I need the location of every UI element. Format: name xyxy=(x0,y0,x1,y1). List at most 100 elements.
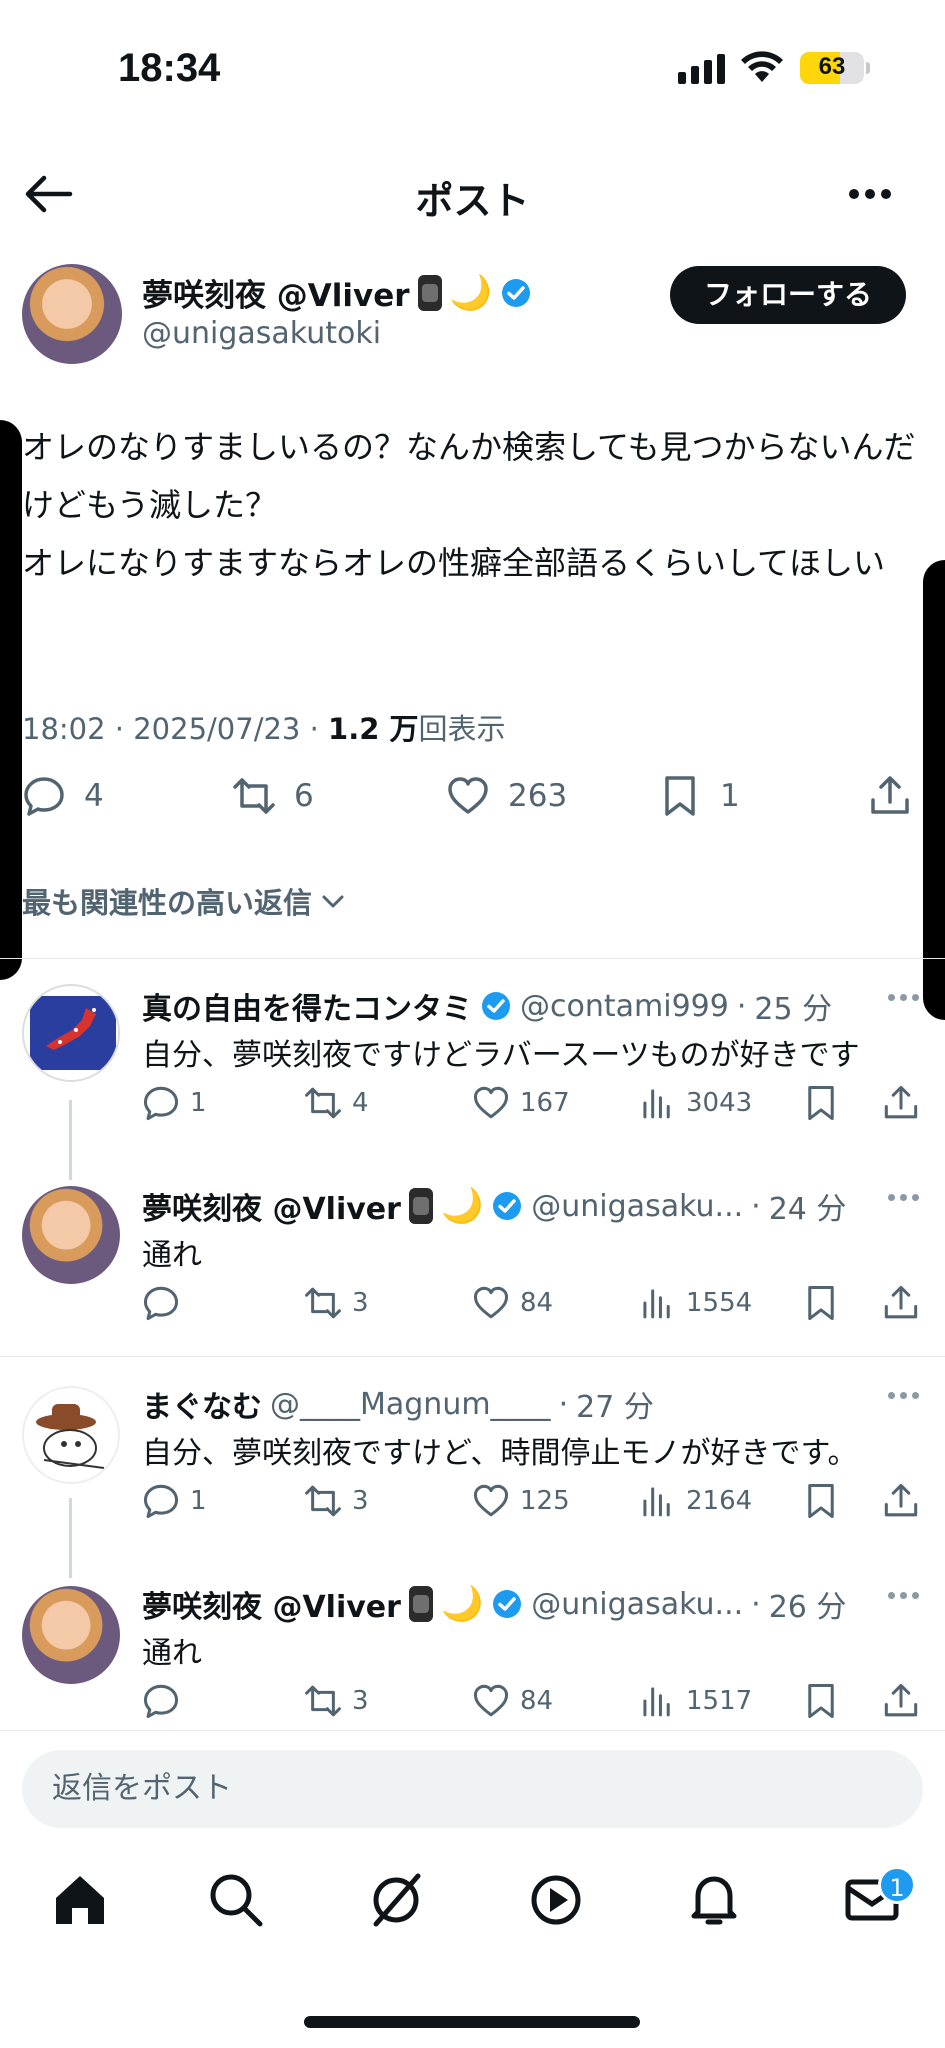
more-icon[interactable] xyxy=(849,174,899,214)
reply-icon xyxy=(143,1684,179,1719)
author-name-row[interactable]: 夢咲刻夜 @Vliver 🌙 xyxy=(142,270,532,315)
reply-actions: 3 84 1517 xyxy=(142,1682,945,1726)
like-button[interactable]: 125 xyxy=(472,1482,570,1520)
views-count: 1.2 万 xyxy=(328,712,419,746)
views-button[interactable]: 2164 xyxy=(638,1482,752,1520)
author-avatar[interactable] xyxy=(22,264,122,364)
bookmark-button[interactable]: 1 xyxy=(658,774,740,818)
reply-handle[interactable]: @contami999 xyxy=(520,989,729,1024)
battery-tip xyxy=(866,62,870,74)
bottom-tab-bar xyxy=(0,1870,945,1950)
play-icon[interactable] xyxy=(526,1870,586,1930)
bookmark-button[interactable] xyxy=(802,1482,840,1520)
reply-header: 夢咲刻夜 @Vliver 🌙 @unigasaku... · 24 分 xyxy=(142,1184,846,1228)
reply-handle[interactable]: @____Magnum____ xyxy=(270,1387,551,1422)
reply-handle[interactable]: @unigasaku... xyxy=(531,1189,743,1224)
reply-composer-input[interactable]: 返信をポスト xyxy=(22,1750,923,1828)
wifi-icon xyxy=(741,51,783,82)
share-button[interactable] xyxy=(882,1482,920,1520)
views-count: 1554 xyxy=(686,1288,753,1318)
reply-handle[interactable]: @unigasaku... xyxy=(531,1587,743,1622)
home-indicator[interactable] xyxy=(304,2016,640,2028)
views-count: 1517 xyxy=(686,1686,753,1716)
reply-author-name[interactable]: 真の自由を得たコンタミ xyxy=(142,984,472,1028)
watch-emoji-icon xyxy=(417,274,442,311)
like-button[interactable]: 263 xyxy=(446,774,567,818)
grok-icon[interactable] xyxy=(366,1870,426,1930)
reply-header: まぐなむ @____Magnum____ · 27 分 xyxy=(142,1382,654,1426)
bookmark-button[interactable] xyxy=(802,1682,840,1720)
like-count: 125 xyxy=(520,1486,570,1516)
reply-time: 27 分 xyxy=(576,1390,654,1425)
views-button[interactable]: 3043 xyxy=(638,1084,752,1122)
views-button[interactable]: 1517 xyxy=(638,1682,752,1720)
repost-button[interactable]: 6 xyxy=(232,774,314,818)
like-count: 263 xyxy=(508,778,568,814)
reply-avatar[interactable] xyxy=(22,1186,120,1284)
reply-avatar[interactable] xyxy=(22,1586,120,1684)
more-icon[interactable] xyxy=(888,1392,919,1399)
like-button[interactable]: 84 xyxy=(472,1284,553,1322)
reply-button[interactable]: 1 xyxy=(142,1482,207,1520)
search-icon[interactable] xyxy=(206,1870,266,1930)
reply-time: 24 分 xyxy=(768,1192,847,1227)
like-icon xyxy=(473,1286,509,1319)
bookmark-icon xyxy=(808,1085,834,1121)
views-icon xyxy=(643,1487,670,1517)
bell-icon[interactable] xyxy=(684,1870,744,1930)
views-icon xyxy=(643,1089,670,1119)
share-button[interactable] xyxy=(882,1284,920,1322)
like-button[interactable]: 84 xyxy=(472,1682,553,1720)
bookmark-button[interactable] xyxy=(802,1284,840,1322)
repost-count: 6 xyxy=(294,778,314,814)
like-button[interactable]: 167 xyxy=(472,1084,570,1122)
follow-button[interactable]: フォローする xyxy=(670,266,906,324)
repost-icon xyxy=(305,1087,341,1119)
screen-edge-left xyxy=(0,420,22,980)
status-bar: 18:34 63 xyxy=(0,0,945,130)
reply-actions: 3 84 1554 xyxy=(142,1284,945,1328)
reply-time: 26 分 xyxy=(768,1590,847,1625)
bookmark-icon xyxy=(808,1683,834,1719)
more-icon[interactable] xyxy=(888,994,919,1001)
views-button[interactable]: 1554 xyxy=(638,1284,752,1322)
reply-header: 真の自由を得たコンタミ @contami999 · 25 分 xyxy=(142,984,832,1028)
home-icon[interactable] xyxy=(50,1870,110,1930)
reply-author-name[interactable]: まぐなむ xyxy=(142,1382,262,1426)
reply-button[interactable] xyxy=(142,1682,190,1720)
bookmark-button[interactable] xyxy=(802,1084,840,1122)
repost-button[interactable]: 4 xyxy=(304,1084,369,1122)
reply-count: 4 xyxy=(84,778,104,814)
reply-author-name[interactable]: 夢咲刻夜 @Vliver xyxy=(142,1184,401,1228)
reply-header: 夢咲刻夜 @Vliver 🌙 @unigasaku... · 26 分 xyxy=(142,1582,846,1626)
share-button[interactable] xyxy=(868,774,912,818)
thread-line xyxy=(69,1498,72,1578)
verified-icon xyxy=(493,1192,522,1220)
reply-button[interactable]: 4 xyxy=(22,774,104,818)
repost-count: 4 xyxy=(352,1088,369,1118)
like-icon xyxy=(448,777,488,814)
reply-author-name[interactable]: 夢咲刻夜 @Vliver xyxy=(142,1582,401,1626)
more-icon[interactable] xyxy=(888,1592,919,1599)
separator-dot: · xyxy=(736,988,747,1024)
more-icon[interactable] xyxy=(888,1194,919,1201)
reply-avatar[interactable] xyxy=(22,984,120,1082)
reply-count: 1 xyxy=(190,1088,207,1118)
repost-button[interactable]: 3 xyxy=(304,1482,369,1520)
reply-button[interactable]: 1 xyxy=(142,1084,207,1122)
bookmark-icon xyxy=(808,1483,834,1519)
reply-sort-selector[interactable]: 最も関連性の高い返信 xyxy=(22,880,348,922)
page-title: ポスト xyxy=(415,179,530,223)
reply-button[interactable] xyxy=(142,1284,190,1322)
share-button[interactable] xyxy=(882,1084,920,1122)
reply-icon xyxy=(143,1484,179,1519)
share-button[interactable] xyxy=(882,1682,920,1720)
bookmark-icon xyxy=(808,1285,834,1321)
share-icon xyxy=(884,1085,918,1119)
repost-count: 3 xyxy=(352,1486,369,1516)
author-handle[interactable]: @unigasakutoki xyxy=(142,316,381,351)
repost-button[interactable]: 3 xyxy=(304,1284,369,1322)
repost-button[interactable]: 3 xyxy=(304,1682,369,1720)
divider xyxy=(0,958,945,959)
reply-avatar[interactable] xyxy=(22,1386,120,1484)
